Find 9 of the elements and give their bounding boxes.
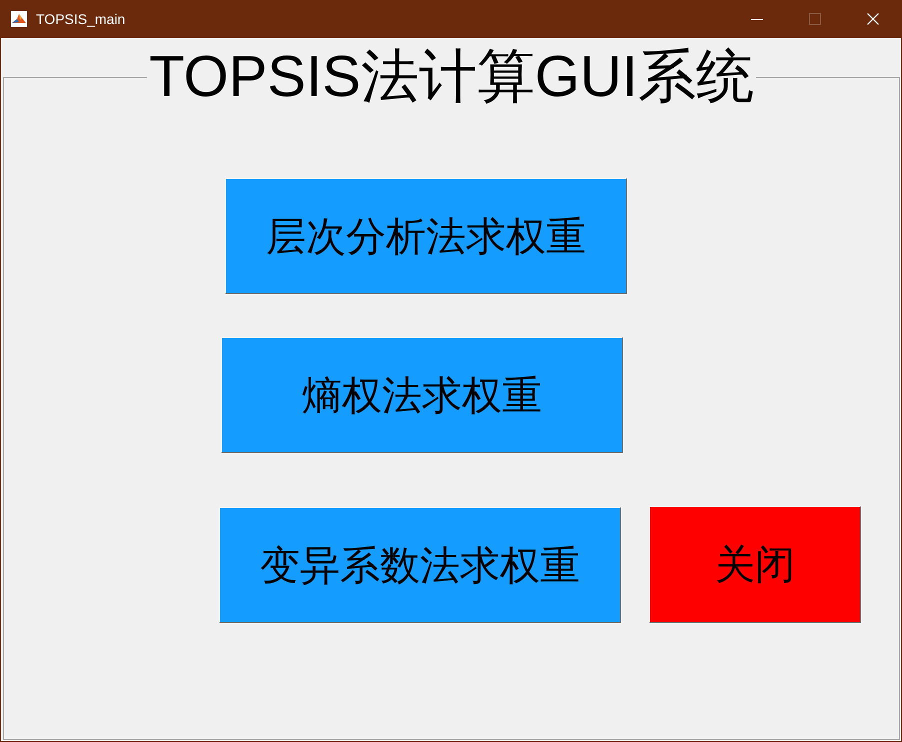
panel-title: TOPSIS法计算GUI系统	[148, 44, 755, 110]
minimize-icon	[751, 18, 763, 20]
action-button[interactable]: 熵权法求权重	[221, 337, 623, 453]
close-icon	[867, 13, 879, 25]
action-button[interactable]: 变异系数法求权重	[219, 507, 621, 623]
action-button[interactable]: 层次分析法求权重	[225, 178, 627, 294]
window-title: TOPSIS_main	[36, 11, 126, 27]
app-icon	[11, 11, 27, 27]
action-button[interactable]: 关闭	[649, 506, 861, 623]
